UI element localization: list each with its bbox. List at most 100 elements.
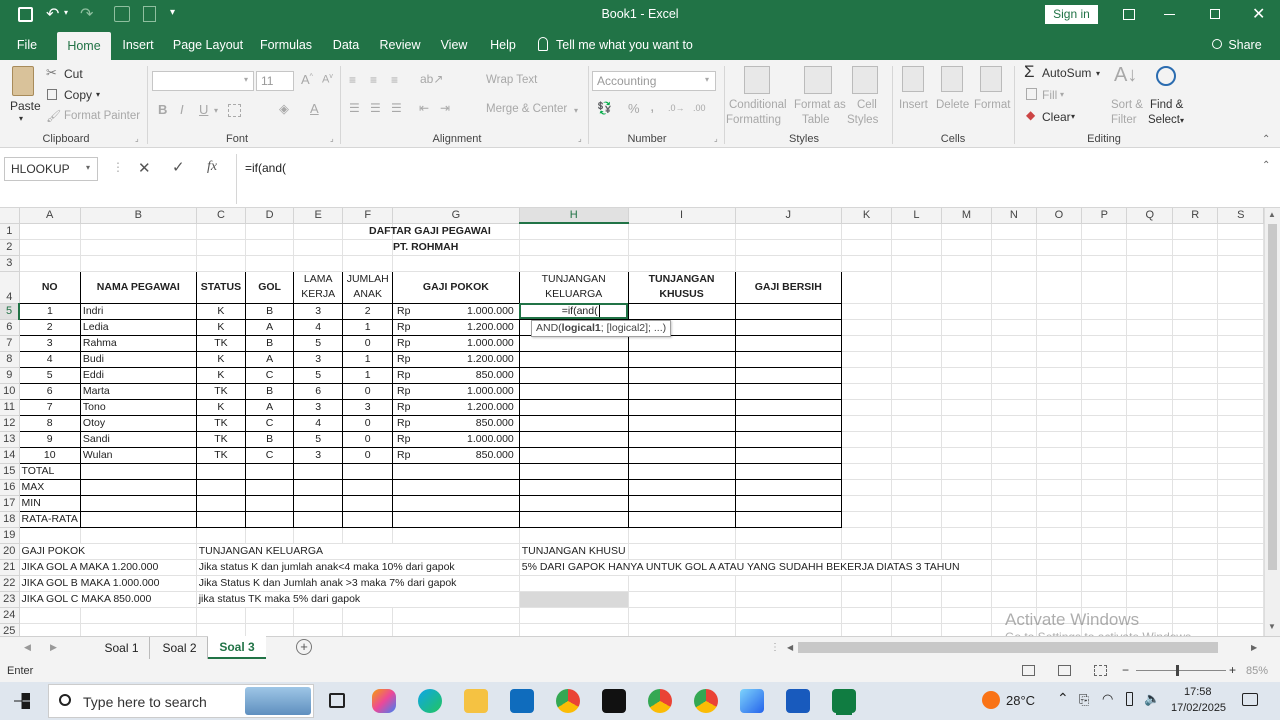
delete-cells-button[interactable]: Delete <box>936 99 969 111</box>
note-cell[interactable]: JIKA GOL B MAKA 1.000.000 <box>19 575 197 592</box>
summary-cell[interactable] <box>627 494 736 512</box>
column-header[interactable]: R <box>1172 208 1219 224</box>
cell-no[interactable]: 1 <box>18 302 81 320</box>
share-button[interactable]: Share <box>1228 30 1262 60</box>
fill-dropdown-icon[interactable]: ▾ <box>1060 90 1064 99</box>
cell-status[interactable]: K <box>195 302 247 320</box>
cell-nama[interactable]: Eddi <box>79 366 197 384</box>
edge-icon[interactable] <box>418 689 442 713</box>
align-middle-icon[interactable]: ≡ <box>370 73 377 87</box>
copy-button[interactable]: Copy <box>64 88 92 102</box>
font-name-dropdown-icon[interactable]: ▾ <box>244 75 248 84</box>
summary-cell[interactable] <box>518 462 629 480</box>
cell-no[interactable]: 10 <box>18 446 81 464</box>
cell-nama[interactable]: Ledia <box>79 318 197 336</box>
cell-tunjangan-keluarga[interactable] <box>518 398 629 416</box>
cell-gaji-pokok[interactable]: Rp 1.200.000 <box>392 398 520 416</box>
cell-status[interactable]: TK <box>195 446 247 464</box>
name-box-dropdown-icon[interactable]: ▾ <box>86 163 90 172</box>
fill-button[interactable]: Fill <box>1042 88 1057 102</box>
cell-lama-kerja[interactable]: 4 <box>293 318 344 336</box>
battery-icon[interactable] <box>1126 692 1133 706</box>
insert-function-icon[interactable]: fx <box>207 159 217 175</box>
capcut-icon[interactable] <box>602 689 626 713</box>
restore-icon[interactable] <box>1210 9 1220 19</box>
row-header[interactable]: 19 <box>0 527 20 544</box>
cell-nama[interactable]: Wulan <box>79 446 197 464</box>
wifi-icon[interactable]: ◠ <box>1102 691 1113 707</box>
cell-lama-kerja[interactable]: 3 <box>293 398 344 416</box>
accounting-format-icon[interactable]: 💱 <box>597 101 612 115</box>
paste-button[interactable]: Paste <box>10 99 41 113</box>
summary-cell[interactable] <box>342 510 394 528</box>
row-header[interactable]: 21 <box>0 559 20 576</box>
cell-lama-kerja[interactable]: 4 <box>293 414 344 432</box>
cell-nama[interactable]: Sandi <box>79 430 197 448</box>
weather-icon[interactable] <box>982 691 1000 709</box>
chrome-profile2-icon[interactable] <box>694 689 718 713</box>
zoom-slider-thumb[interactable] <box>1176 665 1179 676</box>
tell-me-box[interactable]: Tell me what you want to do <box>556 30 706 82</box>
cell-status[interactable]: K <box>195 318 247 336</box>
cell-gaji-bersih[interactable] <box>734 318 843 336</box>
summary-cell[interactable] <box>245 478 295 496</box>
cell-status[interactable]: TK <box>195 414 247 432</box>
note-cell[interactable]: jika status TK maka 5% dari gapok <box>196 591 520 608</box>
increase-indent-icon[interactable]: ⇥ <box>440 101 450 115</box>
horizontal-scrollbar[interactable] <box>798 642 1218 653</box>
autosum-dropdown-icon[interactable]: ▾ <box>1096 69 1100 78</box>
font-launcher-icon[interactable]: ⌟ <box>330 134 334 143</box>
sign-in-button[interactable]: Sign in <box>1045 5 1098 24</box>
scroll-thumb[interactable] <box>1268 224 1277 570</box>
undo-dropdown-icon[interactable]: ▾ <box>64 8 68 17</box>
customize-qat-icon[interactable]: ▾ <box>170 7 175 18</box>
header-gaji-pokok[interactable]: GAJI POKOK <box>392 270 520 304</box>
row-header[interactable]: 9 <box>0 367 20 384</box>
row-header[interactable]: 10 <box>0 383 20 400</box>
clock-time[interactable]: 17:58 <box>1184 686 1212 698</box>
summary-cell[interactable] <box>195 510 247 528</box>
bold-icon[interactable]: B <box>158 102 167 117</box>
summary-cell[interactable] <box>342 462 394 480</box>
hscroll-right-icon[interactable]: ▶ <box>1251 643 1257 652</box>
worksheet-grid[interactable]: A B C D E F G H I J K L M N O P Q R S 1 D… <box>0 208 1264 636</box>
header-lama-kerja[interactable]: LAMA KERJA <box>293 270 344 304</box>
zoom-out-icon[interactable]: − <box>1122 663 1129 677</box>
cell-tunjangan-khusus[interactable] <box>627 446 736 464</box>
summary-cell[interactable] <box>392 510 520 528</box>
scroll-up-icon[interactable]: ▲ <box>1268 210 1276 219</box>
cell-tunjangan-khusus[interactable] <box>627 334 736 352</box>
summary-cell[interactable] <box>293 510 344 528</box>
cell-gaji-bersih[interactable] <box>734 302 843 320</box>
percent-icon[interactable]: % <box>628 101 640 116</box>
zoom-slider[interactable] <box>1136 670 1226 671</box>
font-color-icon[interactable]: A <box>310 101 319 116</box>
cell-jumlah-anak[interactable]: 1 <box>342 366 394 384</box>
sheet-title[interactable]: DAFTAR GAJI PEGAWAI <box>366 223 494 240</box>
normal-view-icon[interactable] <box>1022 665 1035 676</box>
summary-cell[interactable] <box>293 494 344 512</box>
collapse-ribbon-icon[interactable]: ⌃ <box>1262 134 1270 145</box>
cell-gaji-pokok[interactable]: Rp 1.000.000 <box>392 302 520 320</box>
insert-cells-button[interactable]: Insert <box>899 99 928 111</box>
cell-gaji-bersih[interactable] <box>734 382 843 400</box>
file-explorer-icon[interactable] <box>464 689 488 713</box>
windows-start-icon[interactable] <box>14 693 30 709</box>
word-icon[interactable] <box>786 689 810 713</box>
row-header[interactable]: 12 <box>0 415 20 432</box>
tooltip-function-name[interactable]: AND( <box>536 322 562 334</box>
increase-decimal-icon[interactable]: .0→ <box>668 103 685 113</box>
cell-gol[interactable]: B <box>245 430 295 448</box>
cell-gol[interactable]: A <box>245 350 295 368</box>
comma-style-icon[interactable]: , <box>650 98 654 116</box>
italic-icon[interactable]: I <box>180 102 184 117</box>
save-icon[interactable] <box>18 7 33 22</box>
summary-cell[interactable] <box>342 494 394 512</box>
row-header[interactable]: 13 <box>0 431 20 448</box>
tab-insert[interactable]: Insert <box>118 30 158 60</box>
cell-tunjangan-keluarga[interactable] <box>518 334 629 352</box>
clear-dropdown-icon[interactable]: ▾ <box>1071 112 1075 121</box>
cell-no[interactable]: 9 <box>18 430 81 448</box>
autosum-button[interactable]: AutoSum <box>1042 66 1091 80</box>
row-header[interactable]: 15 <box>0 463 20 480</box>
